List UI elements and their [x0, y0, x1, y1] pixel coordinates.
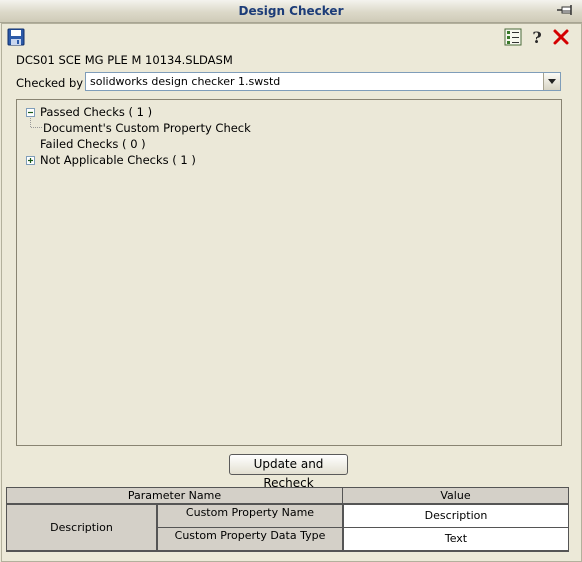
chevron-down-icon[interactable] — [543, 73, 560, 90]
tree-label-custom-property-check[interactable]: Document's Custom Property Check — [43, 120, 251, 136]
tree-label-passed[interactable]: Passed Checks ( 1 ) — [40, 104, 152, 120]
header-value: Value — [343, 488, 568, 504]
parameter-name-cell: Custom Property Name — [157, 504, 343, 528]
update-and-recheck-button[interactable]: Update and Recheck — [229, 454, 348, 490]
parameter-table: Parameter Name Value Description Custom … — [6, 487, 569, 552]
svg-text:?: ? — [532, 28, 541, 46]
parameter-value-cell[interactable]: Text — [343, 527, 569, 551]
close-icon[interactable] — [552, 28, 570, 46]
parameter-group-cell: Description — [7, 504, 157, 551]
expand-icon[interactable] — [26, 156, 35, 165]
save-icon[interactable] — [7, 28, 25, 46]
header-parameter-name: Parameter Name — [7, 488, 343, 504]
tree-label-not-applicable[interactable]: Not Applicable Checks ( 1 ) — [40, 152, 196, 168]
pin-icon[interactable] — [556, 3, 574, 18]
tree-label-failed[interactable]: Failed Checks ( 0 ) — [40, 136, 146, 152]
results-tree[interactable]: Passed Checks ( 1 ) Document's Custom Pr… — [16, 99, 562, 446]
window-title: Design Checker — [238, 4, 344, 18]
parameter-value-cell[interactable]: Description — [343, 504, 569, 528]
standard-select-value: solidworks design checker 1.swstd — [90, 75, 281, 88]
parameter-name-cell: Custom Property Data Type — [157, 527, 343, 551]
checklist-icon[interactable] — [504, 28, 522, 46]
standard-select[interactable]: solidworks design checker 1.swstd — [85, 72, 561, 91]
document-name: DCS01 SCE MG PLE M 10134.SLDASM — [16, 53, 233, 67]
checked-by-label: Checked by : — [16, 76, 91, 90]
help-icon[interactable]: ? — [528, 28, 546, 47]
collapse-icon[interactable] — [26, 108, 35, 117]
